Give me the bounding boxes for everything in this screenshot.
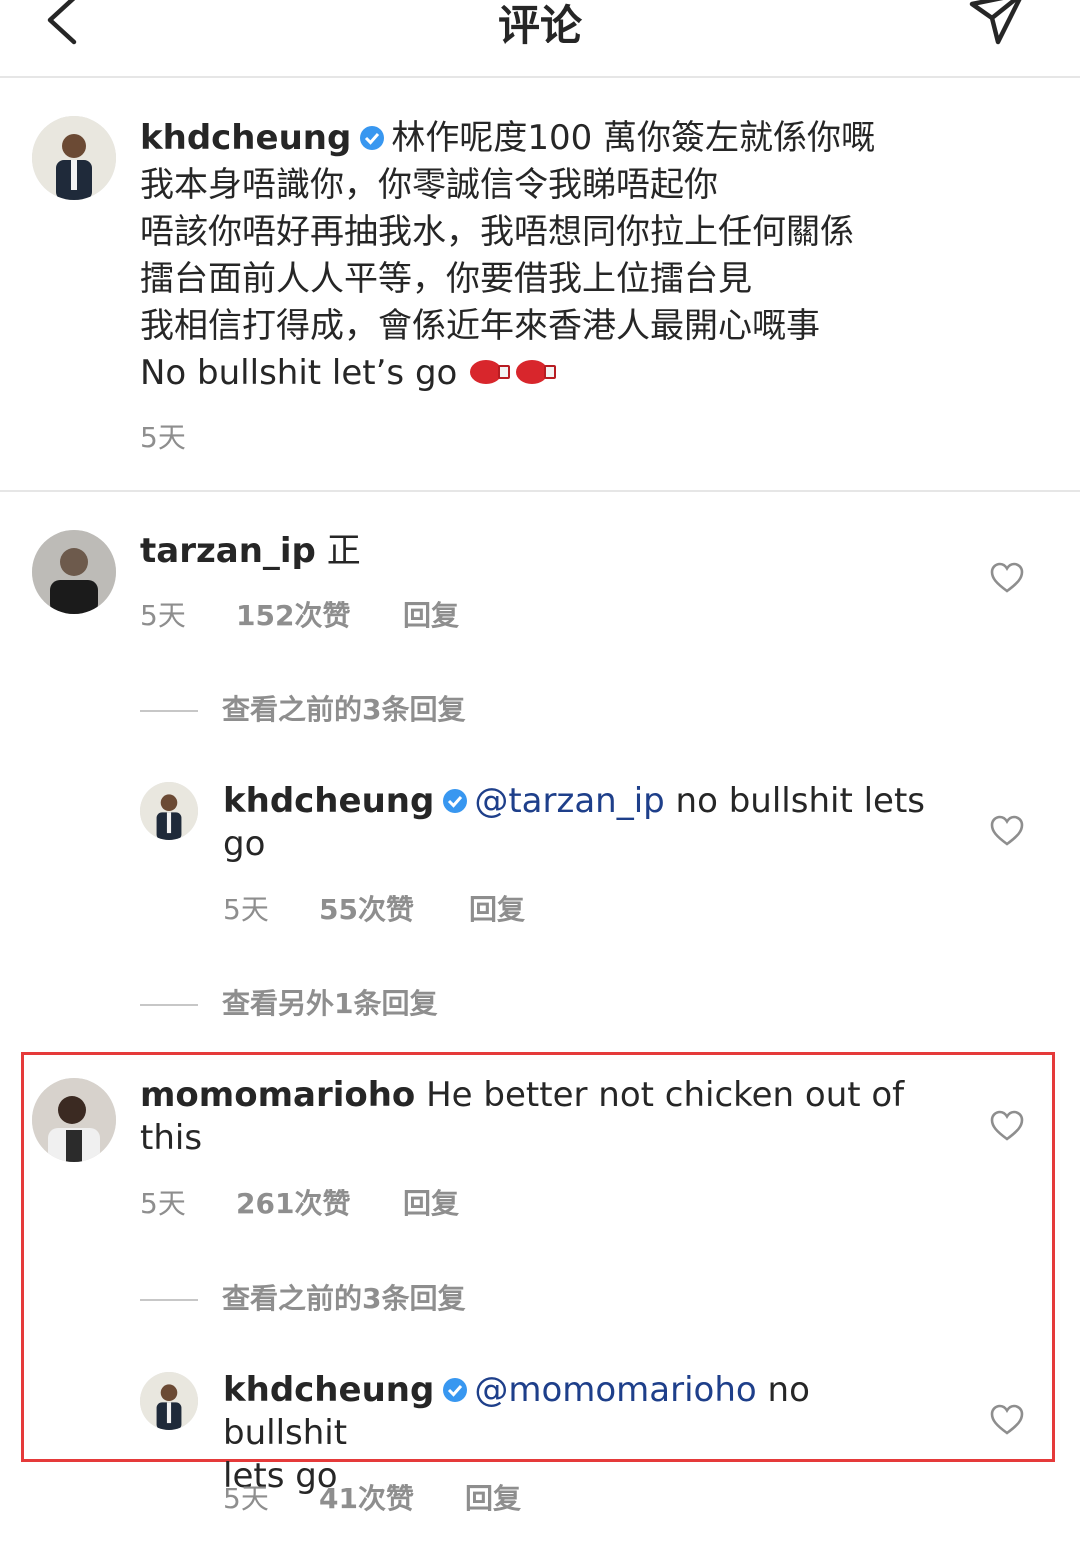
verified-badge-icon bbox=[443, 1378, 468, 1402]
likes-count[interactable]: 261次赞 bbox=[236, 1182, 403, 1222]
boxing-glove-icon bbox=[470, 360, 511, 384]
caption-line-1: 林作呢度100 萬你簽左就係你嘅 bbox=[391, 118, 876, 158]
comment-username[interactable]: momomarioho bbox=[140, 1075, 415, 1115]
boxing-glove-icon bbox=[516, 360, 557, 384]
send-icon[interactable] bbox=[962, 0, 1032, 50]
likes-count[interactable]: 55次赞 bbox=[319, 888, 469, 928]
caption-text: khdcheung 林作呢度100 萬你簽左就係你嘅 我本身唔識你，你零誠信令我睇… bbox=[140, 115, 940, 397]
avatar[interactable] bbox=[32, 530, 116, 614]
verified-badge-icon bbox=[443, 789, 468, 813]
caption-line-2: 我本身唔識你，你零誠信令我睇唔起你 bbox=[140, 165, 718, 205]
heart-icon[interactable] bbox=[990, 1110, 1024, 1142]
comment-meta: 5天 152次赞 回复 bbox=[140, 594, 459, 634]
heart-icon[interactable] bbox=[990, 1404, 1024, 1436]
avatar[interactable] bbox=[140, 1372, 198, 1430]
page-title: 评论 bbox=[497, 1, 582, 50]
comment-meta: 5天 261次赞 回复 bbox=[140, 1182, 459, 1222]
comment-text: momomarioho He better not chicken out of… bbox=[140, 1075, 905, 1158]
reply-button[interactable]: 回复 bbox=[403, 1182, 459, 1222]
avatar[interactable] bbox=[140, 782, 198, 840]
comment-username[interactable]: tarzan_ip bbox=[140, 531, 316, 571]
caption-username[interactable]: khdcheung bbox=[140, 118, 351, 158]
view-previous-replies[interactable]: 查看之前的3条回复 bbox=[140, 1277, 465, 1317]
reply-username[interactable]: khdcheung bbox=[223, 1370, 434, 1410]
view-more-replies[interactable]: 查看另外1条回复 bbox=[140, 982, 437, 1022]
reply-meta: 5天 41次赞 回复 bbox=[223, 1477, 521, 1517]
caption-line-5: 我相信打得成，會係近年來香港人最開心嘅事 bbox=[140, 306, 820, 346]
caption-line-3: 唔該你唔好再抽我水，我唔想同你拉上任何關係 bbox=[140, 212, 854, 252]
reply-button[interactable]: 回复 bbox=[465, 1477, 521, 1517]
avatar[interactable] bbox=[32, 116, 116, 200]
top-bar: 评论 bbox=[0, 0, 1080, 78]
reply-username[interactable]: khdcheung bbox=[223, 781, 434, 821]
reply-button[interactable]: 回复 bbox=[403, 594, 459, 634]
comment-text: tarzan_ip 正 bbox=[140, 531, 361, 571]
heart-icon[interactable] bbox=[990, 815, 1024, 847]
heart-icon[interactable] bbox=[990, 562, 1024, 594]
divider bbox=[0, 490, 1080, 492]
avatar[interactable] bbox=[32, 1078, 116, 1162]
view-previous-replies[interactable]: 查看之前的3条回复 bbox=[140, 688, 465, 728]
mention-link[interactable]: @tarzan_ip bbox=[474, 781, 664, 821]
caption-line-4: 擂台面前人人平等，你要借我上位擂台見 bbox=[140, 259, 752, 299]
reply-meta: 5天 55次赞 回复 bbox=[223, 888, 525, 928]
likes-count[interactable]: 41次赞 bbox=[319, 1477, 465, 1517]
caption-time: 5天 bbox=[140, 421, 186, 454]
verified-badge-icon bbox=[360, 126, 385, 150]
reply-button[interactable]: 回复 bbox=[469, 888, 525, 928]
caption-line-6: No bullshit let’s go bbox=[140, 353, 458, 393]
reply-text: khdcheung @tarzan_ip no bullshit lets go bbox=[223, 781, 925, 864]
likes-count[interactable]: 152次赞 bbox=[236, 594, 403, 634]
mention-link[interactable]: @momomarioho bbox=[474, 1370, 756, 1410]
